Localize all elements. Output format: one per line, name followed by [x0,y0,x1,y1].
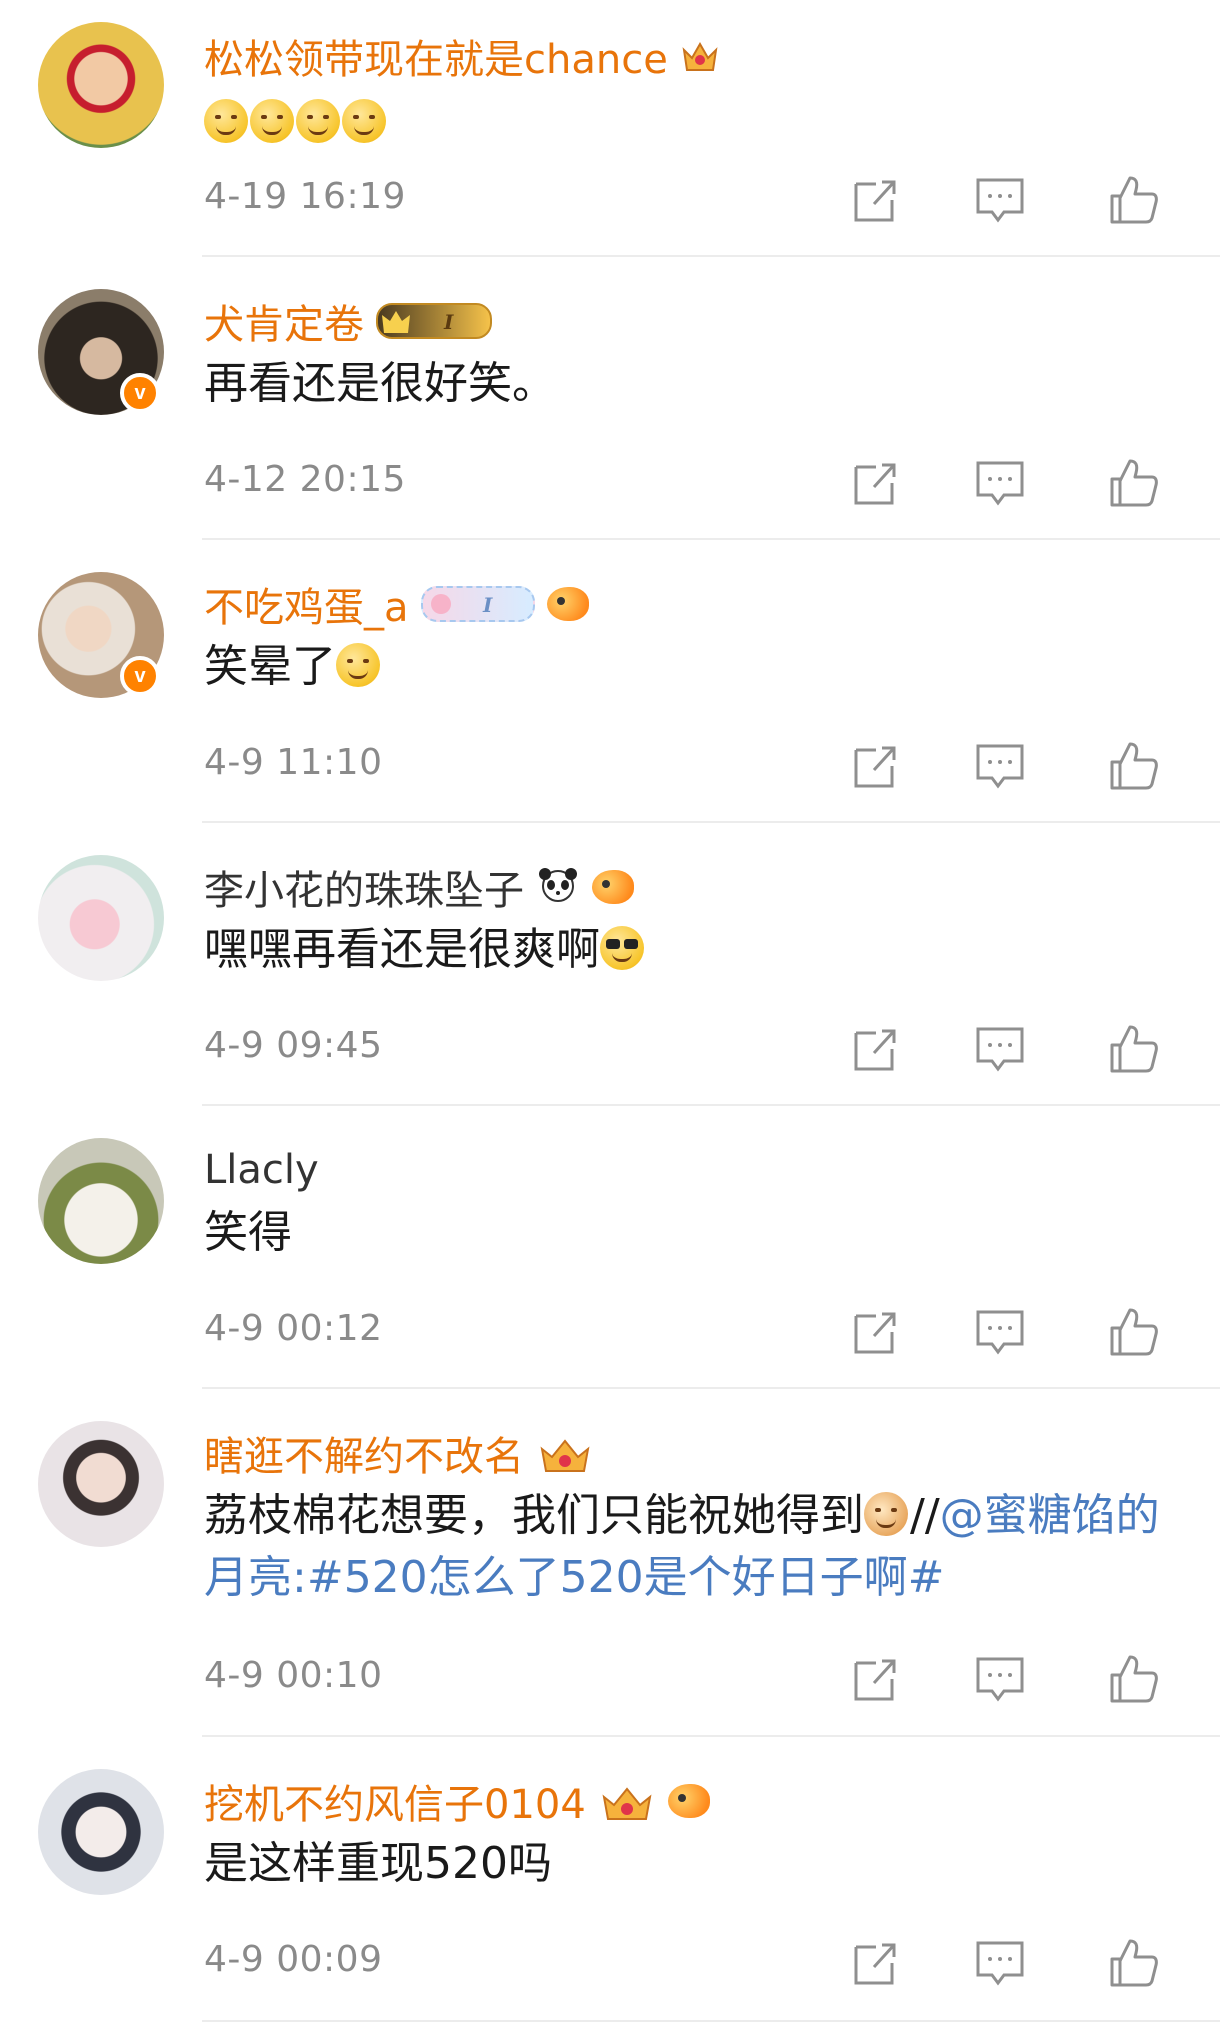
svg-text:I: I [482,593,493,617]
name-row: Llacly [204,1142,319,1198]
share-icon[interactable] [850,1937,902,1989]
timestamp: 4-9 00:12 [204,1308,383,1349]
avatar[interactable] [38,1421,164,1547]
timestamp: 4-9 00:10 [204,1655,383,1696]
comment-icon[interactable] [974,1937,1026,1989]
comment-icon[interactable] [974,1306,1026,1358]
like-icon[interactable] [1108,457,1160,509]
like-icon[interactable] [1108,740,1160,792]
vip-level-badge-icon: I [376,303,492,339]
grin-emoji-icon [342,99,386,143]
share-icon[interactable] [850,1653,902,1705]
avatar[interactable] [38,22,164,148]
grin-emoji-icon [250,99,294,143]
share-icon[interactable] [850,174,902,226]
like-icon[interactable] [1108,174,1160,226]
name-row: 挖机不约风信子0104 [204,1773,710,1829]
avatar[interactable] [38,1138,164,1264]
username[interactable]: 不吃鸡蛋_a [204,575,409,633]
divider [202,255,1220,257]
comment-icon[interactable] [974,457,1026,509]
username[interactable]: Llacly [204,1147,319,1193]
name-row: 犬肯定卷 I [204,293,492,349]
crown-badge-icon [598,1783,656,1820]
comment-text: 嘿嘿再看还是很爽啊 [204,919,1174,981]
name-row: 松松领带现在就是chance [204,28,720,84]
username[interactable]: 瞎逛不解约不改名 [204,1424,524,1482]
comment-text: 笑晕了 [204,636,1174,698]
sunglasses-emoji-icon [600,926,644,970]
divider [202,821,1220,823]
verified-badge-icon: v [120,656,160,696]
timestamp: 4-9 00:09 [204,1939,383,1980]
name-row: 瞎逛不解约不改名 [204,1425,594,1481]
fish-badge-icon [546,587,589,621]
share-icon[interactable] [850,457,902,509]
username[interactable]: 挖机不约风信子0104 [204,1772,586,1830]
comment-icon[interactable] [974,740,1026,792]
comment-text: 再看还是很好笑。 [204,358,556,409]
comment-icon[interactable] [974,1653,1026,1705]
comment-text [204,92,1174,154]
comment-icon[interactable] [974,1023,1026,1075]
smile-emoji-icon [336,643,380,687]
grin-emoji-icon [296,99,340,143]
comment-icon[interactable] [974,174,1026,226]
share-icon[interactable] [850,740,902,792]
repost-separator: // [910,1490,940,1541]
like-icon[interactable] [1108,1306,1160,1358]
name-row: 李小花的珠珠坠子 [204,859,634,915]
grin-emoji-icon [204,99,248,143]
username[interactable]: 松松领带现在就是chance [204,27,668,85]
divider [202,1735,1220,1737]
comment-text-content: 笑晕了 [204,641,336,692]
comment-text-content: 荔枝棉花想要，我们只能祝她得到 [204,1490,864,1541]
fish-badge-icon [592,870,634,904]
crown-badge-icon [536,1435,594,1472]
panda-badge-icon [536,867,580,907]
timestamp: 4-19 16:19 [204,176,406,217]
divider [202,538,1220,540]
vip-level-badge-icon: I [420,586,535,622]
comment-text: 是这样重现520吗 [204,1838,552,1889]
comment-text: 笑得 [204,1207,292,1258]
timestamp: 4-9 09:45 [204,1025,383,1066]
username[interactable]: 李小花的珠珠坠子 [204,858,524,916]
share-icon[interactable] [850,1306,902,1358]
like-icon[interactable] [1108,1653,1160,1705]
divider [202,2020,1220,2022]
svg-text:I: I [443,310,454,334]
divider [202,1387,1220,1389]
share-icon[interactable] [850,1023,902,1075]
comment-text-content: 嘿嘿再看还是很爽啊 [204,924,600,975]
comment-text: 荔枝棉花想要，我们只能祝她得到//@蜜糖馅的月亮:#520怎么了520是个好日子… [204,1485,1174,1609]
like-icon[interactable] [1108,1023,1160,1075]
name-row: 不吃鸡蛋_a I [204,576,589,632]
avatar[interactable] [38,855,164,981]
fish-badge-icon [667,1784,710,1818]
divider [202,1104,1220,1106]
cat-emoji-icon [864,1492,908,1536]
like-icon[interactable] [1108,1937,1160,1989]
verified-badge-icon: v [120,373,160,413]
avatar[interactable] [38,1769,164,1895]
username[interactable]: 犬肯定卷 [204,292,364,350]
timestamp: 4-12 20:15 [204,459,406,500]
timestamp: 4-9 11:10 [204,742,383,783]
crown-badge-icon [680,38,720,74]
